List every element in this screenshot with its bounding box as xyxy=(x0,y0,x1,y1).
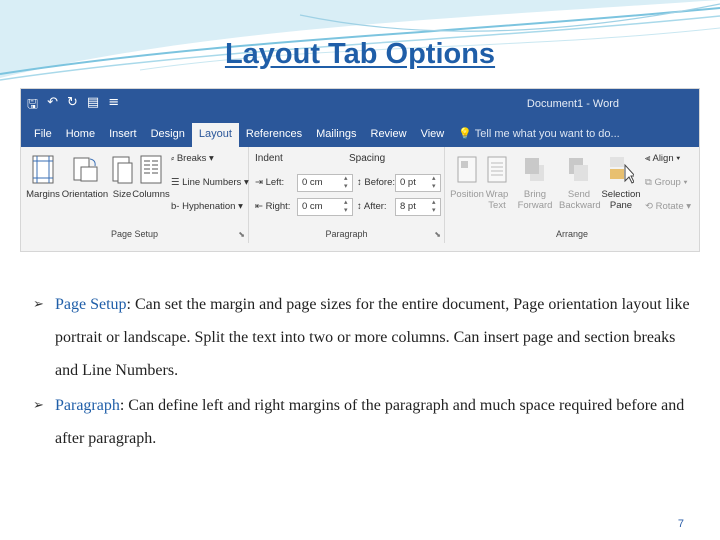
page-setup-group-label: Page Setup xyxy=(110,229,159,239)
rotate-icon: ⟲ xyxy=(645,201,653,212)
margins-icon xyxy=(30,155,56,185)
customize-icon[interactable]: ≡ xyxy=(108,95,119,117)
quick-access-toolbar: 🖫 ↶ ↻ ▤ ≡ xyxy=(27,95,119,117)
title-bar: 🖫 ↶ ↻ ▤ ≡ Document1 - Word xyxy=(21,89,699,121)
save-icon[interactable]: 🖫 xyxy=(27,95,38,117)
line-numbers-icon: ☰ xyxy=(171,177,180,188)
paragraph-group-label: Paragraph xyxy=(325,229,368,239)
hyphenation-label: Hyphenation xyxy=(182,201,236,212)
group-label: Group xyxy=(654,177,681,188)
group-button[interactable]: ⧉ Group ▾ xyxy=(645,177,687,188)
hyphenation-icon: b‑ xyxy=(171,201,180,212)
breaks-label: Breaks xyxy=(176,153,207,164)
spacing-before-label: ↕ Before: xyxy=(357,177,396,188)
send-backward-icon xyxy=(566,155,592,185)
bullet-item-page-setup: ➢ Page Setup: Can set the margin and pag… xyxy=(33,288,693,387)
tell-me-text: Tell me what you want to do... xyxy=(474,128,620,140)
spacing-after-icon: ↕ xyxy=(357,201,362,212)
page-number: 7 xyxy=(677,518,684,530)
page-setup-group: Margins Orientation Size Columns ⸗ Break… xyxy=(21,147,249,243)
indent-left-label: ⇥ Left: xyxy=(255,177,285,188)
bring-forward-label-1: Bring xyxy=(523,189,547,200)
tell-me-box[interactable]: 💡 Tell me what you want to do... xyxy=(451,123,626,147)
tab-mailings[interactable]: Mailings xyxy=(309,123,363,147)
spacing-heading: Spacing xyxy=(349,153,386,164)
orientation-icon xyxy=(72,155,98,185)
rotate-label: Rotate xyxy=(655,201,684,212)
hyphenation-button[interactable]: b‑ Hyphenation ▾ xyxy=(171,201,243,212)
breaks-button[interactable]: ⸗ Breaks ▾ xyxy=(171,153,214,164)
bullet-list: ➢ Page Setup: Can set the margin and pag… xyxy=(33,288,693,457)
page-setup-launcher-icon[interactable]: ⬊ xyxy=(238,230,245,239)
word-ribbon-screenshot: 🖫 ↶ ↻ ▤ ≡ Document1 - Word File Home Ins… xyxy=(20,88,700,252)
tab-design[interactable]: Design xyxy=(144,123,192,147)
bullet-text: : Can define left and right margins of t… xyxy=(55,397,685,447)
indent-heading: Indent xyxy=(255,153,283,164)
document-title: Document1 - Word xyxy=(526,98,619,110)
indent-right-icon: ⇤ xyxy=(255,201,263,212)
columns-icon xyxy=(138,155,164,185)
spacing-after-input[interactable]: 8 pt xyxy=(395,198,441,216)
paragraph-group: Indent Spacing ⇥ Left: 0 cm ⇤ Right: 0 c… xyxy=(249,147,445,243)
redo-icon[interactable]: ↻ xyxy=(67,95,78,117)
selection-pane-label-1: Selection xyxy=(601,189,641,200)
breaks-icon: ⸗ xyxy=(171,153,175,164)
rotate-button[interactable]: ⟲ Rotate ▾ xyxy=(645,201,691,212)
arrow-bullet-icon: ➢ xyxy=(33,297,44,312)
arrange-group: Position Wrap Text Bring Forward Send Ba… xyxy=(445,147,699,243)
print-preview-icon[interactable]: ▤ xyxy=(87,95,99,117)
line-numbers-button[interactable]: ☰ Line Numbers ▾ xyxy=(171,177,249,188)
bullet-term: Page Setup xyxy=(55,296,127,313)
bullet-text: : Can set the margin and page sizes for … xyxy=(55,296,690,379)
align-icon: ⫷ xyxy=(645,153,651,164)
indent-right-input[interactable]: 0 cm xyxy=(297,198,353,216)
wrap-text-icon xyxy=(484,155,510,185)
undo-icon[interactable]: ↶ xyxy=(47,95,58,117)
send-backward-button[interactable]: Send Backward xyxy=(559,155,601,211)
send-backward-label-2: Backward xyxy=(559,200,601,211)
size-label: Size xyxy=(112,189,132,200)
wrap-text-label-1: Wrap xyxy=(485,189,509,200)
line-numbers-label: Line Numbers xyxy=(182,177,242,188)
lightbulb-icon: 💡 xyxy=(458,128,472,140)
tab-file[interactable]: File xyxy=(27,123,59,147)
spacing-before-icon: ↕ xyxy=(357,177,362,188)
selection-pane-label-2: Pane xyxy=(609,200,633,211)
tab-layout[interactable]: Layout xyxy=(191,123,239,147)
spacing-before-input[interactable]: 0 pt xyxy=(395,174,441,192)
columns-label: Columns xyxy=(132,189,170,200)
bring-forward-label-2: Forward xyxy=(517,200,553,211)
align-label: Align xyxy=(652,153,674,164)
spacing-after-label: ↕ After: xyxy=(357,201,387,212)
indent-left-icon: ⇥ xyxy=(255,177,263,188)
bring-forward-icon xyxy=(522,155,548,185)
bullet-item-paragraph: ➢ Paragraph: Can define left and right m… xyxy=(33,389,693,455)
bring-forward-button[interactable]: Bring Forward xyxy=(515,155,555,211)
paragraph-launcher-icon[interactable]: ⬊ xyxy=(434,230,441,239)
group-icon: ⧉ xyxy=(645,177,652,188)
orientation-button[interactable]: Orientation xyxy=(61,155,109,200)
margins-label: Margins xyxy=(26,189,60,200)
margins-button[interactable]: Margins xyxy=(23,155,63,200)
selection-pane-icon xyxy=(608,155,637,185)
indent-right-label: ⇤ Right: xyxy=(255,201,291,212)
indent-left-input[interactable]: 0 cm xyxy=(297,174,353,192)
wrap-text-button[interactable]: Wrap Text xyxy=(477,155,517,211)
arrange-group-label: Arrange xyxy=(555,229,589,239)
tab-insert[interactable]: Insert xyxy=(102,123,144,147)
ribbon-tabs: File Home Insert Design Layout Reference… xyxy=(21,121,699,147)
tab-review[interactable]: Review xyxy=(364,123,414,147)
slide-title: Layout Tab Options xyxy=(224,38,496,70)
orientation-label: Orientation xyxy=(61,189,109,200)
tab-view[interactable]: View xyxy=(414,123,452,147)
send-backward-label-1: Send xyxy=(567,189,591,200)
bullet-term: Paragraph xyxy=(55,397,120,414)
columns-button[interactable]: Columns xyxy=(131,155,171,200)
arrow-bullet-icon: ➢ xyxy=(33,398,44,413)
wrap-text-label-2: Text xyxy=(488,200,506,211)
selection-pane-button[interactable]: Selection Pane xyxy=(601,155,641,211)
align-button[interactable]: ⫷ Align ▾ xyxy=(645,153,680,164)
tab-references[interactable]: References xyxy=(239,123,309,147)
tab-home[interactable]: Home xyxy=(59,123,102,147)
